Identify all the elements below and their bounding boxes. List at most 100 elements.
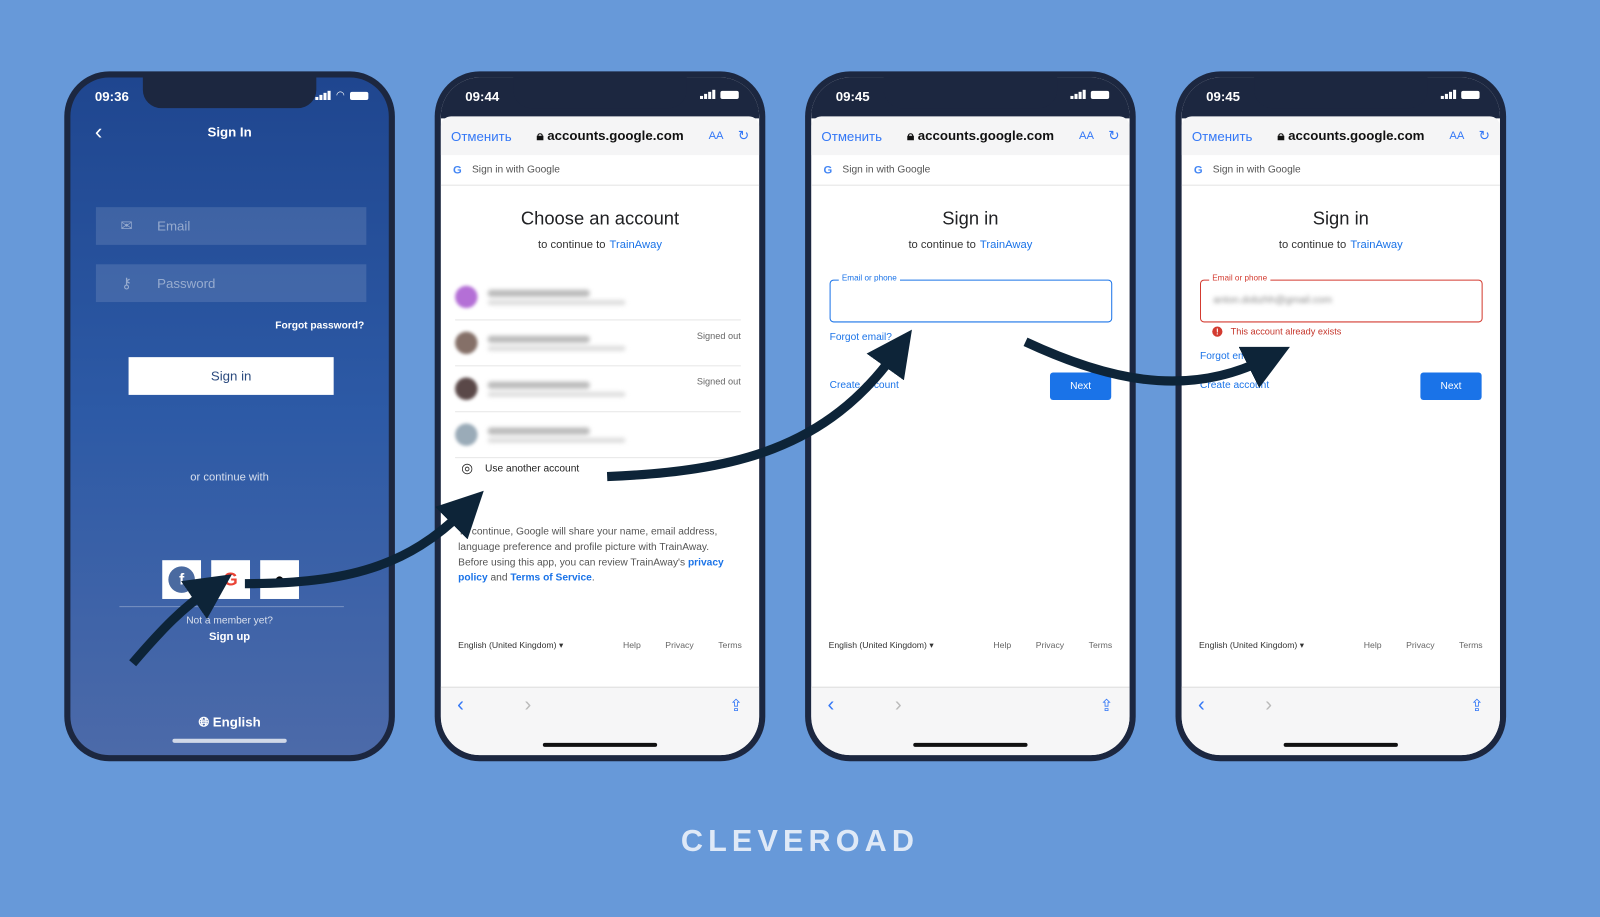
notch [513,77,687,109]
create-account-link[interactable]: Create account [1200,380,1269,391]
consent-body: To continue, Google will share your name… [458,526,718,569]
browser-url-bar: Отменить 🔒︎ accounts.google.com AA ↻ [811,116,1130,156]
privacy-link[interactable]: Privacy [1036,640,1064,651]
google-icon: G [453,163,462,177]
text-size-button[interactable]: AA [1079,130,1094,142]
share-icon[interactable]: ⇪ [729,696,743,716]
google-header-label: Sign in with Google [842,164,931,176]
lock-icon: 🔒︎ [906,127,915,143]
back-chevron-icon[interactable]: ‹ [457,694,464,717]
facebook-button[interactable]: f [162,560,202,599]
caret-down-icon: ▾ [1299,639,1305,650]
status-time: 09:44 [465,88,500,105]
terms-link[interactable]: Terms [1459,640,1483,651]
input-value: anton.dobzhh@gmail.com [1213,294,1332,307]
privacy-link[interactable]: Privacy [1406,640,1434,651]
notch [1254,77,1428,109]
share-icon[interactable]: ⇪ [1470,696,1484,716]
google-header: G Sign in with Google [811,155,1130,186]
signal-icon [1440,89,1457,99]
status-icons [1070,89,1110,99]
forward-chevron-icon[interactable]: › [1265,694,1272,717]
account-item[interactable]: Signed out [455,320,741,367]
status-icons [699,89,739,99]
status-time: 09:36 [94,88,129,105]
share-icon[interactable]: ⇪ [1100,696,1114,716]
reload-icon[interactable]: ↻ [738,128,749,144]
password-field[interactable]: ⚷ Password [95,264,367,303]
back-chevron-icon[interactable]: ‹ [1198,694,1205,717]
home-indicator [913,742,1028,747]
caret-down-icon: ▾ [929,639,934,650]
help-link[interactable]: Help [993,640,1011,651]
forgot-email-link[interactable]: Forgot email? [1200,351,1262,362]
email-or-phone-input[interactable]: Email or phone anton.dobzhh@gmail.com [1199,273,1483,323]
google-button[interactable]: G [211,560,250,599]
language-label: English (United Kingdom) [1198,639,1298,650]
sign-up-link[interactable]: Sign up [70,631,388,643]
use-another-account[interactable]: ◎ Use another account [461,460,579,476]
url-display[interactable]: 🔒︎ accounts.google.com [1252,128,1449,144]
forward-chevron-icon[interactable]: › [895,694,902,717]
account-info [487,424,626,445]
terms-link[interactable]: Terms [718,640,742,651]
google-header-label: Sign in with Google [471,164,560,176]
help-link[interactable]: Help [1364,640,1382,651]
url-text: accounts.google.com [1288,127,1425,143]
email-or-phone-input[interactable]: Email or phone [829,273,1113,323]
battery-icon [1461,90,1480,99]
text-size-button[interactable]: AA [1449,130,1464,142]
next-button[interactable]: Next [1420,372,1482,400]
back-chevron-icon[interactable]: ‹ [828,694,835,717]
account-info [487,378,626,399]
facebook-icon: f [168,566,195,593]
apple-button[interactable]: ● [260,560,299,599]
home-indicator [172,738,287,743]
forgot-password-link[interactable]: Forgot password? [275,320,364,331]
or-continue-label: or continue with [190,471,269,484]
reload-icon[interactable]: ↻ [1479,128,1490,144]
globe-icon: 🌐︎ [198,714,213,730]
subtitle: to continue to TrainAway [811,239,1129,251]
account-item[interactable]: Signed out [455,366,741,413]
google-header-label: Sign in with Google [1212,164,1301,176]
forgot-email-link[interactable]: Forgot email? [830,332,892,343]
error-text: This account already exists [1230,326,1342,337]
google-icon: G [1193,163,1203,177]
terms-link[interactable]: Terms [1089,640,1113,651]
google-icon: G [823,163,833,177]
account-item[interactable] [455,412,741,459]
account-item[interactable] [455,274,741,321]
next-button[interactable]: Next [1049,372,1112,400]
page-title: Choose an account [520,208,680,229]
error-icon: ! [1212,326,1223,337]
help-link[interactable]: Help [623,640,641,651]
language-dropdown[interactable]: English (United Kingdom) ▾ [458,640,598,651]
url-display[interactable]: 🔒︎ accounts.google.com [882,128,1079,144]
privacy-link[interactable]: Privacy [665,640,693,651]
cancel-button[interactable]: Отменить [821,128,882,143]
text-size-button[interactable]: AA [709,130,724,142]
lock-icon: 🔒︎ [1277,127,1285,143]
reload-icon[interactable]: ↻ [1108,128,1119,144]
language-dropdown[interactable]: English (United Kingdom) ▾ [829,640,969,651]
forward-chevron-icon[interactable]: › [524,694,531,717]
terms-of-service-link[interactable]: Terms of Service [510,572,591,583]
language-selector[interactable]: 🌐︎ English [70,714,388,730]
app-link[interactable]: TrainAway [610,239,662,251]
sign-in-button[interactable]: Sign in [128,357,334,395]
battery-icon [720,90,739,99]
email-field[interactable]: ✉ Email [95,207,367,245]
social-buttons: f G ● [162,560,299,599]
language-dropdown[interactable]: English (United Kingdom) ▾ [1199,640,1339,651]
subtitle-text: to continue to [908,238,976,252]
url-display[interactable]: 🔒︎ accounts.google.com [512,128,709,144]
signal-icon [315,90,331,100]
cancel-button[interactable]: Отменить [1192,128,1253,143]
cancel-button[interactable]: Отменить [451,128,512,143]
wifi-icon: ◠ [335,89,345,102]
app-link[interactable]: TrainAway [980,239,1032,251]
app-link[interactable]: TrainAway [1350,239,1402,251]
subtitle: to continue to TrainAway [1182,239,1500,251]
create-account-link[interactable]: Create account [830,380,899,391]
